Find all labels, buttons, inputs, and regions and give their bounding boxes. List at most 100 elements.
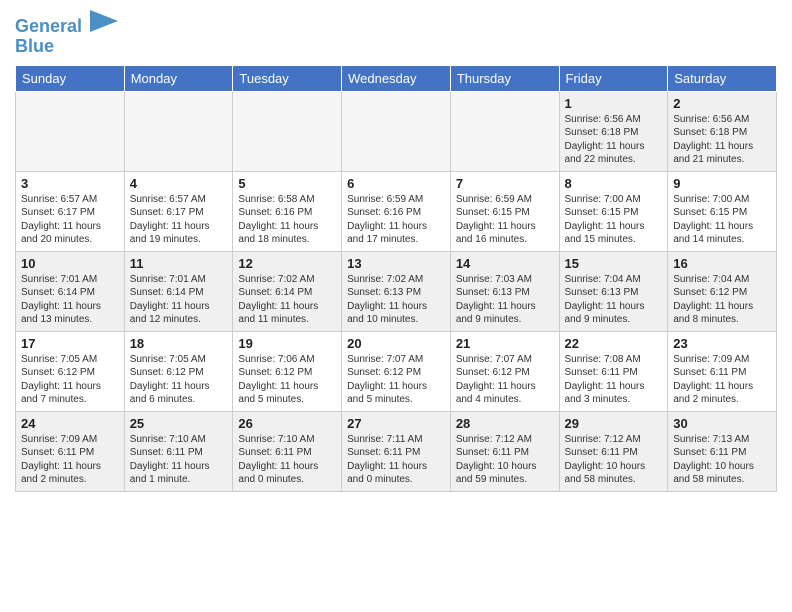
day-number: 12 [238, 256, 336, 271]
col-header-monday: Monday [124, 65, 233, 91]
calendar-week-row: 24 Sunrise: 7:09 AM Sunset: 6:11 PM Dayli… [16, 411, 777, 491]
day-info: Sunrise: 7:02 AM Sunset: 6:13 PM Dayligh… [347, 273, 445, 327]
col-header-sunday: Sunday [16, 65, 125, 91]
calendar-day-cell: 17Sunrise: 7:05 AM Sunset: 6:12 PM Dayli… [16, 331, 125, 411]
day-info: Sunrise: 6:56 AM Sunset: 6:18 PM Dayligh… [565, 113, 663, 167]
day-info: Sunrise: 7:01 AM Sunset: 6:14 PM Dayligh… [21, 273, 119, 327]
day-number: 7 [456, 176, 554, 191]
day-number: 15 [565, 256, 663, 271]
calendar-day-cell: 5 Sunrise: 6:58 AM Sunset: 6:16 PM Daylig… [233, 171, 342, 251]
day-info: Sunrise: 6:56 AM Sunset: 6:18 PM Dayligh… [673, 113, 771, 167]
calendar-week-row: 3 Sunrise: 6:57 AM Sunset: 6:17 PM Daylig… [16, 171, 777, 251]
calendar-day-cell: 19 Sunrise: 7:06 AM Sunset: 6:12 PM Dayli… [233, 331, 342, 411]
day-info: Sunrise: 7:09 AM Sunset: 6:11 PM Dayligh… [673, 353, 771, 407]
day-number: 18 [130, 336, 228, 351]
calendar-day-cell: 21Sunrise: 7:07 AM Sunset: 6:12 PM Dayli… [450, 331, 559, 411]
day-number: 23 [673, 336, 771, 351]
day-info: Sunrise: 7:02 AM Sunset: 6:14 PM Dayligh… [238, 273, 336, 327]
calendar-day-cell: 10 Sunrise: 7:01 AM Sunset: 6:14 PM Dayli… [16, 251, 125, 331]
day-number: 25 [130, 416, 228, 431]
calendar-day-cell: 18 Sunrise: 7:05 AM Sunset: 6:12 PM Dayli… [124, 331, 233, 411]
calendar-day-cell: 4 Sunrise: 6:57 AM Sunset: 6:17 PM Daylig… [124, 171, 233, 251]
day-number: 22 [565, 336, 663, 351]
calendar-day-cell: 20 Sunrise: 7:07 AM Sunset: 6:12 PM Dayli… [342, 331, 451, 411]
day-info: Sunrise: 7:07 AM Sunset: 6:12 PM Dayligh… [347, 353, 445, 407]
day-info: Sunrise: 7:00 AM Sunset: 6:15 PM Dayligh… [673, 193, 771, 247]
calendar-day-cell: 27 Sunrise: 7:11 AM Sunset: 6:11 PM Dayli… [342, 411, 451, 491]
calendar-day-cell: 11 Sunrise: 7:01 AM Sunset: 6:14 PM Dayli… [124, 251, 233, 331]
day-info: Sunrise: 7:01 AM Sunset: 6:14 PM Dayligh… [130, 273, 228, 327]
calendar-day-cell: 29 Sunrise: 7:12 AM Sunset: 6:11 PM Dayli… [559, 411, 668, 491]
day-info: Sunrise: 7:04 AM Sunset: 6:12 PM Dayligh… [673, 273, 771, 327]
day-number: 11 [130, 256, 228, 271]
calendar-week-row: 10 Sunrise: 7:01 AM Sunset: 6:14 PM Dayli… [16, 251, 777, 331]
day-number: 10 [21, 256, 119, 271]
calendar-day-cell: 23 Sunrise: 7:09 AM Sunset: 6:11 PM Dayli… [668, 331, 777, 411]
calendar-day-cell: 26Sunrise: 7:10 AM Sunset: 6:11 PM Dayli… [233, 411, 342, 491]
day-info: Sunrise: 6:57 AM Sunset: 6:17 PM Dayligh… [21, 193, 119, 247]
calendar-day-cell: 3 Sunrise: 6:57 AM Sunset: 6:17 PM Daylig… [16, 171, 125, 251]
calendar-day-cell: 14 Sunrise: 7:03 AM Sunset: 6:13 PM Dayli… [450, 251, 559, 331]
day-number: 5 [238, 176, 336, 191]
day-info: Sunrise: 7:04 AM Sunset: 6:13 PM Dayligh… [565, 273, 663, 327]
day-info: Sunrise: 6:58 AM Sunset: 6:16 PM Dayligh… [238, 193, 336, 247]
day-number: 8 [565, 176, 663, 191]
day-number: 17 [21, 336, 119, 351]
day-info: Sunrise: 7:10 AM Sunset: 6:11 PM Dayligh… [130, 433, 228, 487]
col-header-saturday: Saturday [668, 65, 777, 91]
calendar-day-cell [124, 91, 233, 171]
day-info: Sunrise: 6:57 AM Sunset: 6:17 PM Dayligh… [130, 193, 228, 247]
calendar-day-cell: 6 Sunrise: 6:59 AM Sunset: 6:16 PM Daylig… [342, 171, 451, 251]
calendar-week-row: 1Sunrise: 6:56 AM Sunset: 6:18 PM Daylig… [16, 91, 777, 171]
col-header-wednesday: Wednesday [342, 65, 451, 91]
day-number: 26 [238, 416, 336, 431]
day-info: Sunrise: 7:03 AM Sunset: 6:13 PM Dayligh… [456, 273, 554, 327]
day-info: Sunrise: 6:59 AM Sunset: 6:16 PM Dayligh… [347, 193, 445, 247]
day-number: 16 [673, 256, 771, 271]
day-info: Sunrise: 7:07 AM Sunset: 6:12 PM Dayligh… [456, 353, 554, 407]
calendar-day-cell: 8 Sunrise: 7:00 AM Sunset: 6:15 PM Daylig… [559, 171, 668, 251]
calendar-day-cell: 1Sunrise: 6:56 AM Sunset: 6:18 PM Daylig… [559, 91, 668, 171]
day-number: 6 [347, 176, 445, 191]
col-header-thursday: Thursday [450, 65, 559, 91]
col-header-friday: Friday [559, 65, 668, 91]
calendar-day-cell: 12 Sunrise: 7:02 AM Sunset: 6:14 PM Dayli… [233, 251, 342, 331]
day-number: 28 [456, 416, 554, 431]
calendar-week-row: 17 Sunrise: 7:05 AM Sunset: 6:12 PM Dayli… [16, 331, 777, 411]
day-number: 2 [673, 96, 771, 111]
logo: General Blue [15, 10, 118, 57]
calendar-day-cell: 13 Sunrise: 7:02 AM Sunset: 6:13 PM Dayli… [342, 251, 451, 331]
day-info: Sunrise: 7:13 AM Sunset: 6:11 PM Dayligh… [673, 433, 771, 487]
logo-blue: Blue [15, 37, 118, 57]
calendar-day-cell [450, 91, 559, 171]
day-info: Sunrise: 7:11 AM Sunset: 6:11 PM Dayligh… [347, 433, 445, 487]
calendar-container: General Blue SundayMondayTuesdayWednesda… [0, 0, 792, 502]
day-info: Sunrise: 7:06 AM Sunset: 6:12 PM Dayligh… [238, 353, 336, 407]
day-number: 24 [21, 416, 119, 431]
day-info: Sunrise: 7:12 AM Sunset: 6:11 PM Dayligh… [456, 433, 554, 487]
day-info: Sunrise: 7:00 AM Sunset: 6:15 PM Dayligh… [565, 193, 663, 247]
day-number: 4 [130, 176, 228, 191]
day-number: 19 [238, 336, 336, 351]
day-number: 20 [347, 336, 445, 351]
calendar-day-cell: 24 Sunrise: 7:09 AM Sunset: 6:11 PM Dayli… [16, 411, 125, 491]
logo-icon [90, 10, 118, 32]
calendar-day-cell: 16 Sunrise: 7:04 AM Sunset: 6:12 PM Dayli… [668, 251, 777, 331]
calendar-day-cell: 30 Sunrise: 7:13 AM Sunset: 6:11 PM Dayli… [668, 411, 777, 491]
col-header-tuesday: Tuesday [233, 65, 342, 91]
header-row: General Blue [15, 10, 777, 57]
day-number: 9 [673, 176, 771, 191]
calendar-day-cell: 7Sunrise: 6:59 AM Sunset: 6:15 PM Daylig… [450, 171, 559, 251]
calendar-header-row: SundayMondayTuesdayWednesdayThursdayFrid… [16, 65, 777, 91]
day-number: 14 [456, 256, 554, 271]
day-info: Sunrise: 7:05 AM Sunset: 6:12 PM Dayligh… [130, 353, 228, 407]
day-number: 29 [565, 416, 663, 431]
day-number: 30 [673, 416, 771, 431]
day-info: Sunrise: 7:09 AM Sunset: 6:11 PM Dayligh… [21, 433, 119, 487]
day-info: Sunrise: 7:12 AM Sunset: 6:11 PM Dayligh… [565, 433, 663, 487]
day-number: 13 [347, 256, 445, 271]
calendar-day-cell: 25 Sunrise: 7:10 AM Sunset: 6:11 PM Dayli… [124, 411, 233, 491]
day-number: 27 [347, 416, 445, 431]
day-number: 3 [21, 176, 119, 191]
calendar-day-cell: 22Sunrise: 7:08 AM Sunset: 6:11 PM Dayli… [559, 331, 668, 411]
